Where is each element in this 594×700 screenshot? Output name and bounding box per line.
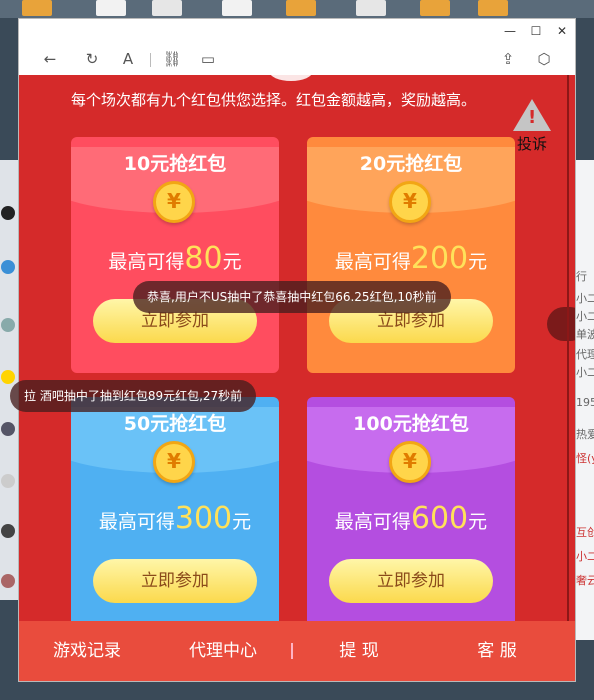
nav-divider: [291, 643, 293, 659]
desktop-app-icon[interactable]: [420, 0, 450, 16]
yuan-coin-icon: ¥: [153, 181, 195, 223]
nav-agent-center[interactable]: 代理中心: [173, 621, 273, 681]
avatar: [1, 260, 15, 274]
browser-window: — ☐ ✕ ← ↻ A ⛓ ▭ ⇪ ⬡ 每个场次都有九个红包供您选择。红包金额越…: [18, 18, 576, 682]
red-packet-page: 每个场次都有九个红包供您选择。红包金额越高，奖励越高。 ! 投诉 10元抢红包 …: [19, 75, 575, 681]
card-title: 100元抢红包: [353, 413, 469, 435]
card-title: 50元抢红包: [123, 413, 227, 435]
card-title: 10元抢红包: [123, 153, 227, 175]
background-text: 热爱: [576, 428, 594, 441]
desktop-vscode-icon[interactable]: [96, 0, 126, 16]
nav-customer-service[interactable]: 客 服: [457, 621, 537, 681]
desktop-file-icon[interactable]: [356, 0, 386, 16]
yuan-coin-icon: ¥: [389, 441, 431, 483]
nav-game-records[interactable]: 游戏记录: [37, 621, 137, 681]
background-text: 互创: [576, 526, 594, 539]
avatar: [1, 524, 15, 538]
tab-icon[interactable]: ▭: [197, 49, 219, 69]
share-icon[interactable]: ⇪: [497, 49, 519, 69]
max-reward: 最高可得200元: [334, 241, 488, 276]
browser-toolbar: ← ↻ A ⛓ ▭ ⇪ ⬡: [19, 43, 575, 75]
nav-withdraw[interactable]: 提 现: [319, 621, 399, 681]
intro-text: 每个场次都有九个红包供您选择。红包金额越高，奖励越高。: [71, 91, 477, 109]
red-packet-card-10[interactable]: 10元抢红包 ¥ 最高可得80元 立即参加: [71, 137, 279, 373]
avatar: [1, 206, 15, 220]
avatar: [1, 474, 15, 488]
winner-toast: 恭喜,用户不US抽中了恭喜抽中红包66.25红包,10秒前: [133, 281, 451, 313]
desktop-app-icon[interactable]: [286, 0, 316, 16]
red-packet-card-50[interactable]: 50元抢红包 ¥ 最高可得300元 立即参加: [71, 397, 279, 633]
toolbar-divider: [150, 53, 151, 67]
background-text: 代理: [576, 348, 594, 361]
desktop-vscode-icon[interactable]: [222, 0, 252, 16]
header-decoration: [269, 75, 313, 81]
avatar: [1, 318, 15, 332]
warning-icon: !: [513, 99, 551, 131]
avatar: [1, 574, 15, 588]
background-window-left: [0, 160, 18, 600]
yuan-coin-icon: ¥: [389, 181, 431, 223]
reward-amount: 200: [410, 241, 469, 276]
background-text: 小二: [576, 310, 594, 323]
background-text: 小二: [576, 292, 594, 305]
cube-icon[interactable]: ⬡: [533, 49, 555, 69]
max-reward: 最高可得300元: [98, 501, 252, 536]
avatar: [1, 422, 15, 436]
background-text: 行: [576, 270, 587, 283]
bottom-nav: 游戏记录 代理中心 提 现 客 服: [19, 621, 575, 681]
scrollbar[interactable]: [567, 75, 569, 621]
background-text: 怪(y: [576, 452, 594, 465]
winner-toast: 拉 酒吧抽中了抽到红包89元红包,27秒前: [10, 380, 257, 412]
red-packet-card-20[interactable]: 20元抢红包 ¥ 最高可得200元 立即参加: [307, 137, 515, 373]
side-drawer-handle[interactable]: [547, 307, 575, 341]
reward-amount: 80: [184, 241, 223, 276]
back-icon[interactable]: ←: [39, 49, 61, 69]
close-button[interactable]: ✕: [547, 22, 577, 40]
desktop-app-icon[interactable]: [22, 0, 52, 16]
card-title: 20元抢红包: [359, 153, 463, 175]
background-text: 奢云: [576, 574, 594, 587]
reward-amount: 300: [174, 501, 233, 536]
reward-amount: 600: [410, 501, 469, 536]
background-text: 195: [576, 396, 594, 409]
yuan-coin-icon: ¥: [153, 441, 195, 483]
max-reward: 最高可得80元: [108, 241, 242, 276]
avatar: [1, 370, 15, 384]
background-text: 单波: [576, 328, 594, 341]
join-button[interactable]: 立即参加: [329, 559, 493, 603]
refresh-icon[interactable]: ↻: [81, 49, 103, 69]
max-reward: 最高可得600元: [334, 501, 488, 536]
join-button[interactable]: 立即参加: [93, 559, 257, 603]
font-size-icon[interactable]: A: [117, 49, 139, 69]
background-text: 小二: [576, 366, 594, 379]
title-bar: — ☐ ✕: [19, 19, 575, 43]
desktop-app-icon[interactable]: [478, 0, 508, 16]
background-text: 小二: [576, 550, 594, 563]
desktop-file-icon[interactable]: [152, 0, 182, 16]
link-icon[interactable]: ⛓: [161, 49, 183, 69]
desktop-strip: [0, 0, 594, 18]
red-packet-card-100[interactable]: 100元抢红包 ¥ 最高可得600元 立即参加: [307, 397, 515, 633]
